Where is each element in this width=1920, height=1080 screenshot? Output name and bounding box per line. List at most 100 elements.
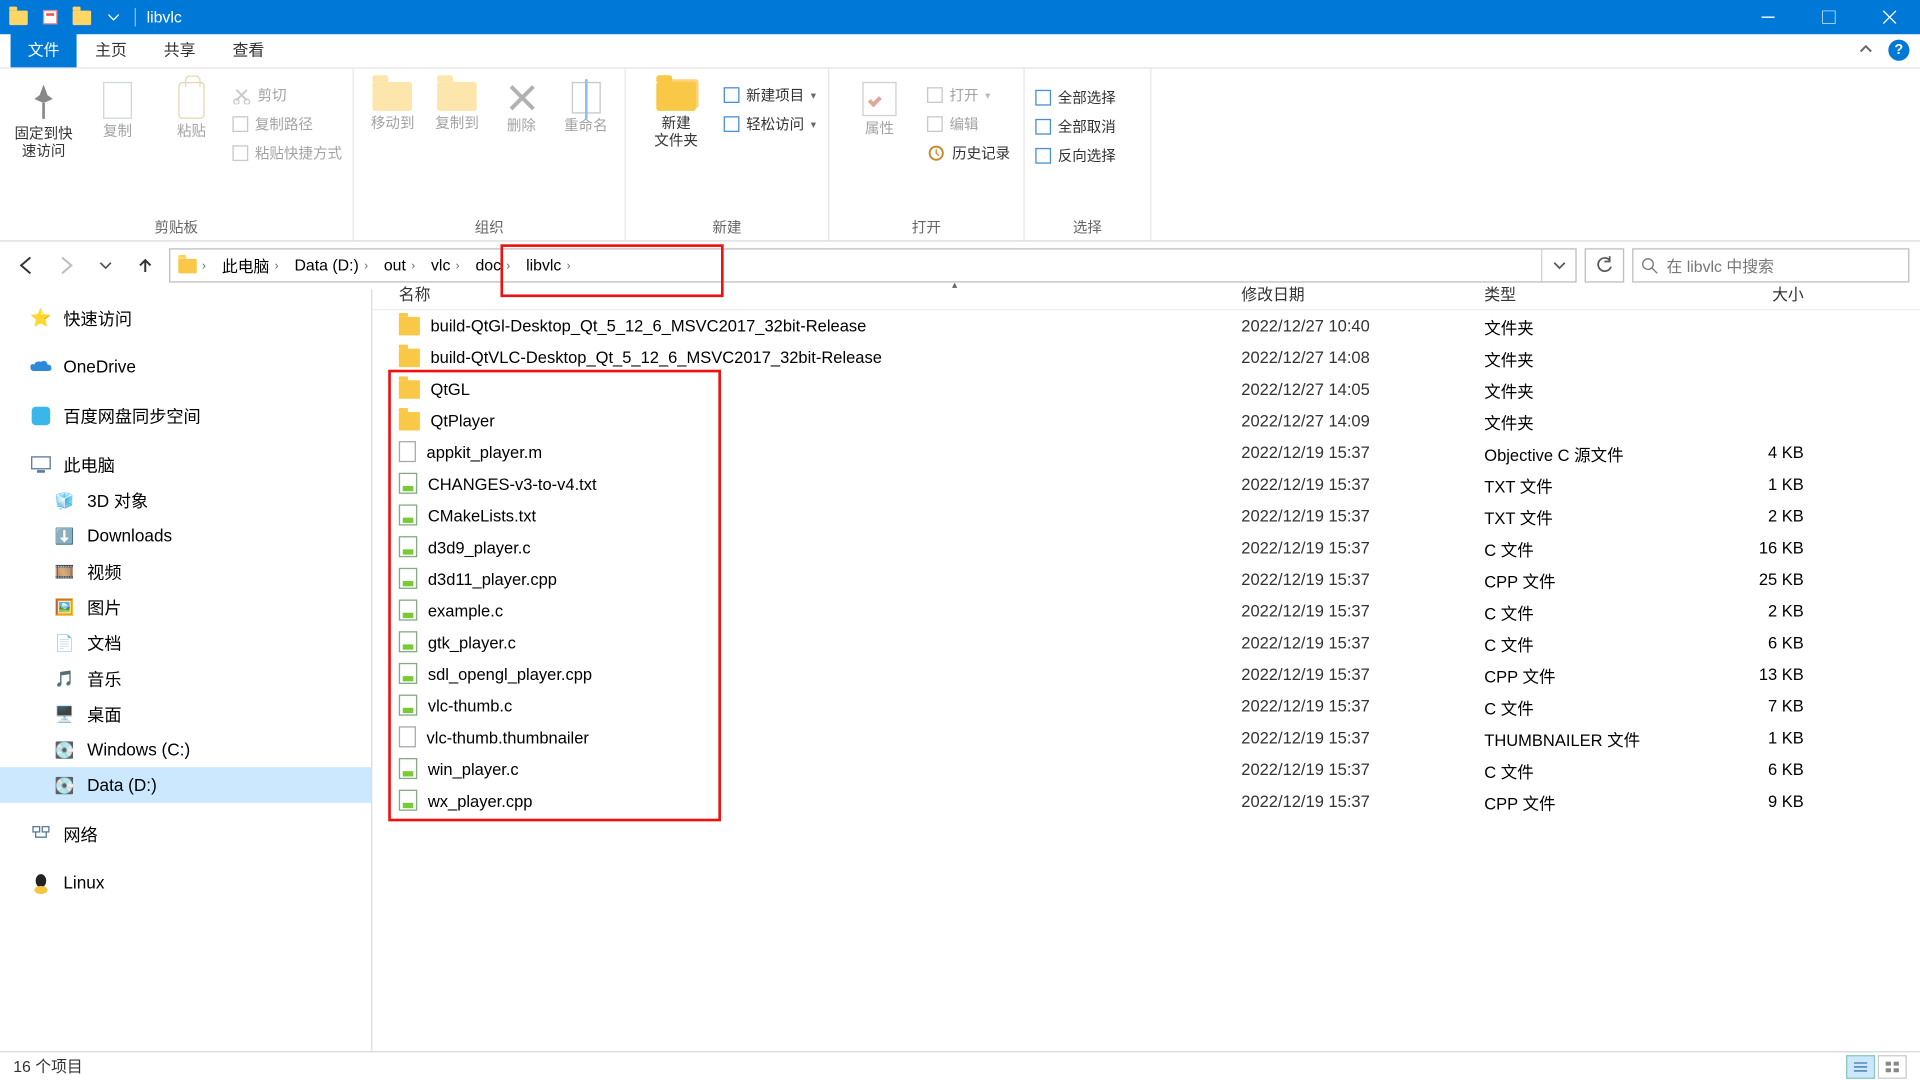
paste-button[interactable]: 粘贴 [158,74,224,142]
file-row[interactable]: vlc-thumb.thumbnailer2022/12/19 15:37THU… [372,722,1920,754]
search-input[interactable]: 在 libvlc 中搜索 [1632,248,1909,282]
file-type: 文件夹 [1484,409,1687,434]
qat-dropdown-icon[interactable] [103,7,124,28]
ribbon-tab-home[interactable]: 主页 [77,32,146,68]
file-list-pane: ▴ 名称 修改日期 类型 大小 build-QtGl-Desktop_Qt_5_… [372,289,1920,1051]
breadcrumb-item[interactable]: out› [376,250,423,282]
ribbon-tab-view[interactable]: 查看 [214,32,283,68]
ribbon-tab-file[interactable]: 文件 [11,32,77,68]
file-row[interactable]: build-QtVLC-Desktop_Qt_5_12_6_MSVC2017_3… [372,342,1920,374]
file-row[interactable]: CMakeLists.txt2022/12/19 15:37TXT 文件2 KB [372,500,1920,532]
file-row[interactable]: sdl_opengl_player.cpp2022/12/19 15:37CPP… [372,659,1920,691]
nav-pc-child[interactable]: 🧊3D 对象 [0,482,371,518]
file-row[interactable]: d3d9_player.c2022/12/19 15:37C 文件16 KB [372,532,1920,564]
file-row[interactable]: win_player.c2022/12/19 15:37C 文件6 KB [372,754,1920,786]
ribbon-tab-share[interactable]: 共享 [145,32,214,68]
history-button[interactable]: 历史记录 [927,143,1010,164]
nav-pc-child[interactable]: 💽Windows (C:) [0,732,371,768]
nav-pc-child[interactable]: 🖼️图片 [0,589,371,625]
file-row[interactable]: QtPlayer2022/12/27 14:09文件夹 [372,405,1920,437]
file-type: C 文件 [1484,631,1687,656]
nav-pc-child[interactable]: 📄文档 [0,625,371,661]
help-icon[interactable]: ? [1888,40,1909,61]
paste-shortcut-button[interactable]: 粘贴快捷方式 [232,143,342,164]
col-size[interactable]: 大小 [1688,283,1820,305]
new-item-button[interactable]: 新建项目▾ [724,85,816,106]
nav-linux[interactable]: Linux [0,865,371,901]
col-date[interactable]: 修改日期 [1241,283,1484,305]
nav-quick-access[interactable]: ⭐快速访问 [0,300,371,336]
close-button[interactable] [1859,0,1920,34]
file-row[interactable]: build-QtGl-Desktop_Qt_5_12_6_MSVC2017_32… [372,310,1920,342]
file-type: 文件夹 [1484,377,1687,402]
breadcrumb-item[interactable]: doc› [468,250,519,282]
file-name: CHANGES-v3-to-v4.txt [428,475,597,493]
nav-baidu-sync[interactable]: 百度网盘同步空间 [0,397,371,433]
new-folder-button[interactable]: 新建 文件夹 [636,74,715,151]
nav-pc-child[interactable]: 🎵音乐 [0,660,371,696]
window-title: libvlc [147,8,182,26]
nav-this-pc[interactable]: 此电脑 [0,446,371,482]
col-name[interactable]: 名称 [399,283,1241,305]
view-details-button[interactable] [1846,1054,1875,1078]
invert-selection-button[interactable]: 反向选择 [1035,145,1116,166]
file-row[interactable]: vlc-thumb.c2022/12/19 15:37C 文件7 KB [372,691,1920,723]
select-none-button[interactable]: 全部取消 [1035,116,1116,137]
cut-button[interactable]: 剪切 [232,85,342,106]
breadcrumb-item[interactable]: vlc› [423,250,467,282]
group-new-label: 新建 [636,214,817,238]
file-type: CPP 文件 [1484,567,1687,592]
breadcrumb-item[interactable]: 此电脑› [214,250,287,282]
file-date: 2022/12/19 15:37 [1241,570,1484,588]
address-dropdown-icon[interactable] [1541,250,1575,282]
file-row[interactable]: gtk_player.c2022/12/19 15:37C 文件6 KB [372,627,1920,659]
nav-onedrive[interactable]: OneDrive [0,349,371,385]
view-large-icons-button[interactable] [1878,1054,1907,1078]
nav-pc-child[interactable]: ⬇️Downloads [0,518,371,554]
rename-button[interactable]: 重命名 [558,74,614,136]
file-list[interactable]: build-QtGl-Desktop_Qt_5_12_6_MSVC2017_32… [372,310,1920,817]
minimize-button[interactable] [1738,0,1799,34]
pin-to-quick-access-button[interactable]: 固定到快 速访问 [11,74,77,162]
recent-locations-button[interactable] [90,250,122,282]
column-headers[interactable]: 名称 修改日期 类型 大小 [372,279,1920,311]
maximize-button[interactable] [1799,0,1860,34]
copy-path-button[interactable]: 复制路径 [232,114,342,135]
edit-button[interactable]: 编辑 [927,114,1010,135]
qat-separator [135,8,136,26]
ribbon-collapse-icon[interactable] [1857,40,1875,65]
qat-newfolder-icon[interactable] [71,7,92,28]
refresh-button[interactable] [1585,248,1625,282]
forward-button[interactable] [50,250,82,282]
up-button[interactable] [129,250,161,282]
col-type[interactable]: 类型 [1484,283,1687,305]
file-row[interactable]: wx_player.cpp2022/12/19 15:37CPP 文件9 KB [372,786,1920,818]
file-row[interactable]: QtGL2022/12/27 14:05文件夹 [372,374,1920,406]
copy-button[interactable]: 复制 [85,74,151,142]
back-button[interactable] [11,250,43,282]
breadcrumb-bar[interactable]: › 此电脑›Data (D:)›out›vlc›doc›libvlc› [169,248,1577,282]
open-button[interactable]: 打开▾ [927,85,1010,106]
nav-network[interactable]: 网络 [0,816,371,852]
qat-properties-icon[interactable] [40,7,61,28]
file-row[interactable]: d3d11_player.cpp2022/12/19 15:37CPP 文件25… [372,564,1920,596]
file-row[interactable]: example.c2022/12/19 15:37C 文件2 KB [372,596,1920,628]
crumb-root-icon[interactable]: › [170,250,214,282]
breadcrumb-item[interactable]: libvlc› [518,250,578,282]
navigation-pane[interactable]: ⭐快速访问 OneDrive 百度网盘同步空间 此电脑 🧊3D 对象⬇️Down… [0,289,372,1051]
file-row[interactable]: appkit_player.m2022/12/19 15:37Objective… [372,437,1920,469]
delete-button[interactable]: 删除 [493,74,549,136]
file-date: 2022/12/19 15:37 [1241,666,1484,684]
move-to-button[interactable]: 移动到 [364,74,420,134]
nav-pc-child[interactable]: 🎞️视频 [0,553,371,589]
easy-access-button[interactable]: 轻松访问▾ [724,114,816,135]
linux-icon [29,872,53,893]
copy-to-button[interactable]: 复制到 [429,74,485,134]
properties-button[interactable]: 属性 [840,74,919,139]
nav-pc-child[interactable]: 🖥️桌面 [0,696,371,732]
file-name: CMakeLists.txt [428,507,536,525]
breadcrumb-item[interactable]: Data (D:)› [287,250,376,282]
nav-pc-child[interactable]: 💽Data (D:) [0,767,371,803]
select-all-button[interactable]: 全部选择 [1035,87,1116,108]
file-row[interactable]: CHANGES-v3-to-v4.txt2022/12/19 15:37TXT … [372,469,1920,501]
